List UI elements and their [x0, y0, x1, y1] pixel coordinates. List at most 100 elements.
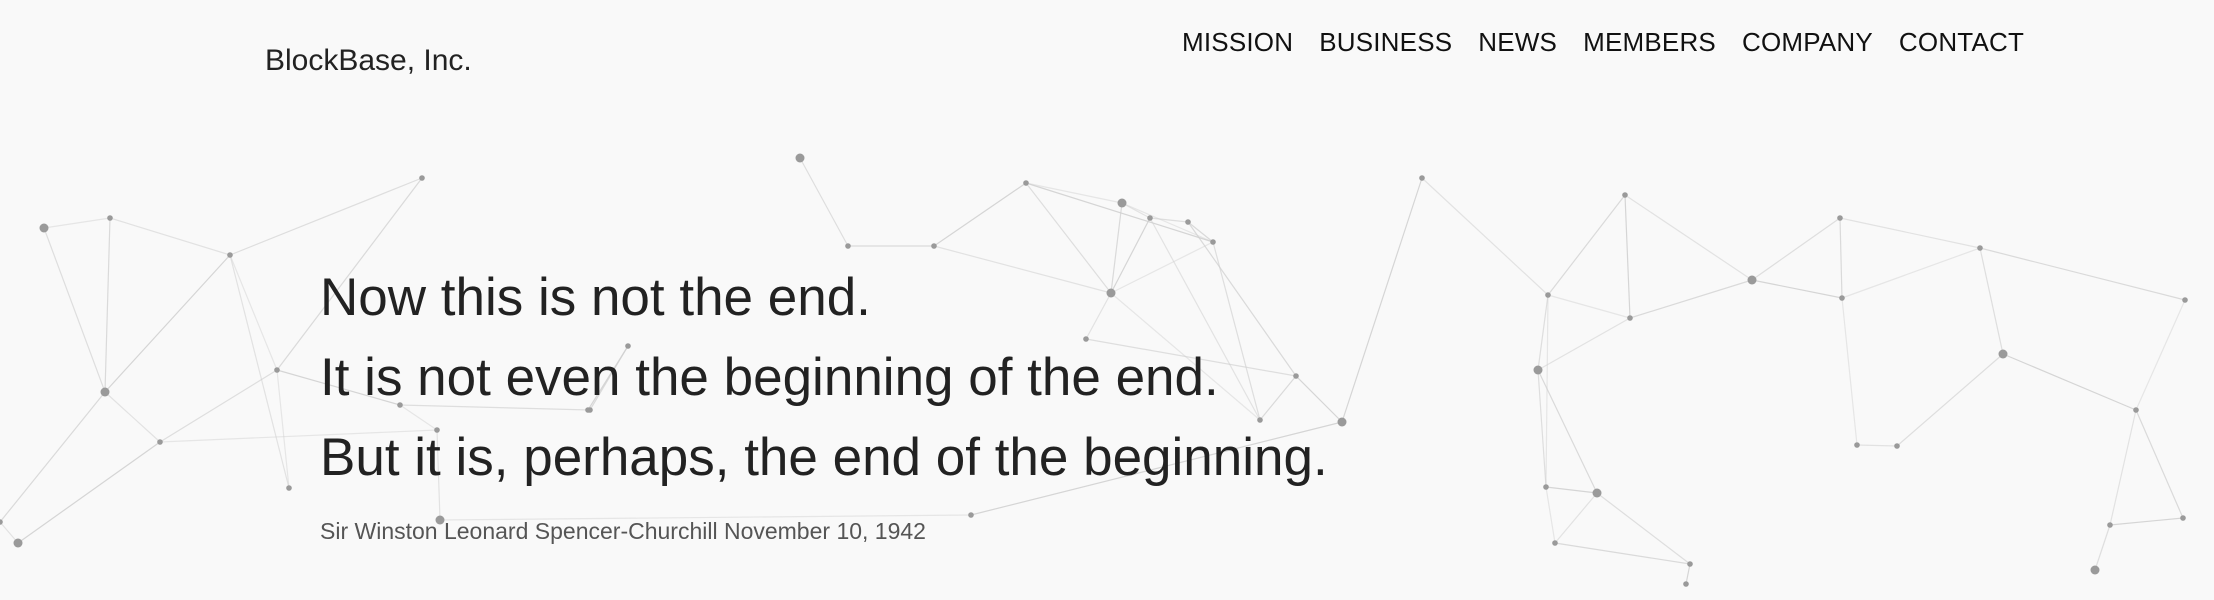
- network-line: [1629, 279, 1753, 319]
- network-line: [1624, 194, 1631, 319]
- network-node: [2133, 407, 2139, 413]
- network-line: [1554, 492, 1598, 544]
- network-line: [1841, 247, 1981, 299]
- network-line: [1841, 297, 1858, 446]
- network-line: [2135, 299, 2186, 411]
- network-line: [17, 441, 161, 544]
- network-line: [1751, 217, 1841, 281]
- network-node: [1627, 315, 1633, 321]
- network-line: [933, 182, 1027, 247]
- network-line: [43, 217, 111, 229]
- network-node: [795, 153, 805, 163]
- network-line: [2109, 409, 2137, 526]
- quote-line-1: Now this is not the end.: [320, 268, 871, 327]
- network-line: [1537, 317, 1631, 371]
- network-line: [1685, 563, 1691, 585]
- network-line: [1751, 279, 1843, 299]
- network-line: [1545, 486, 1556, 544]
- network-node: [1533, 365, 1543, 375]
- quote-line-2: It is not even the beginning of the end.: [320, 348, 1219, 407]
- network-line: [1121, 202, 1214, 243]
- network-node: [1894, 443, 1900, 449]
- nav-members[interactable]: MEMBERS: [1583, 27, 1716, 58]
- network-line: [2135, 409, 2184, 519]
- network-node: [1747, 275, 1757, 285]
- network-node: [2090, 565, 2100, 575]
- network-node: [227, 252, 233, 258]
- network-node: [1552, 540, 1558, 546]
- network-node: [1147, 215, 1153, 221]
- network-line: [1545, 486, 1598, 494]
- network-line: [1979, 247, 2004, 355]
- network-node: [1854, 442, 1860, 448]
- network-line: [1839, 217, 1843, 299]
- network-node: [1592, 488, 1602, 498]
- network-node: [100, 387, 110, 397]
- network-line: [799, 157, 849, 247]
- network-node: [1210, 239, 1216, 245]
- network-node: [1977, 245, 1983, 251]
- network-line: [2094, 524, 2111, 571]
- network-node: [419, 175, 425, 181]
- network-node: [1622, 192, 1628, 198]
- network-line: [1624, 194, 1753, 281]
- network-node: [274, 367, 280, 373]
- network-line: [1025, 182, 1214, 243]
- network-line: [104, 217, 111, 393]
- network-line: [1839, 217, 1981, 249]
- network-line: [1856, 444, 1898, 447]
- nav-contact[interactable]: CONTACT: [1899, 27, 2024, 58]
- network-node: [286, 485, 292, 491]
- network-line: [1537, 294, 1549, 371]
- network-node: [107, 215, 113, 221]
- network-node: [1543, 484, 1549, 490]
- nav-business[interactable]: BUSINESS: [1319, 27, 1452, 58]
- network-node: [1998, 349, 2008, 359]
- quote-attribution: Sir Winston Leonard Spencer-Churchill No…: [320, 518, 926, 544]
- network-node: [1185, 219, 1191, 225]
- network-node: [39, 223, 49, 233]
- network-line: [2002, 353, 2137, 411]
- quote-line-3: But it is, perhaps, the end of the begin…: [320, 428, 1328, 487]
- network-node: [1837, 215, 1843, 221]
- network-node: [1839, 295, 1845, 301]
- network-node: [2107, 522, 2113, 528]
- network-node: [1419, 175, 1425, 181]
- network-line: [1537, 369, 1547, 488]
- network-line: [104, 254, 231, 393]
- network-line: [1547, 194, 1626, 296]
- network-node: [2182, 297, 2188, 303]
- network-node: [1337, 417, 1347, 427]
- network-line: [2109, 517, 2184, 526]
- network-node: [157, 439, 163, 445]
- network-node: [2180, 515, 2186, 521]
- network-line: [43, 227, 106, 393]
- main-nav: MISSION BUSINESS NEWS MEMBERS COMPANY CO…: [1182, 27, 2024, 58]
- hero-quote: Now this is not the end. It is not even …: [320, 258, 1328, 545]
- network-node: [845, 243, 851, 249]
- network-line: [1025, 182, 1123, 204]
- network-line: [104, 391, 161, 443]
- network-line: [1421, 177, 1549, 296]
- nav-news[interactable]: NEWS: [1478, 27, 1557, 58]
- network-line: [276, 369, 290, 489]
- nav-company[interactable]: COMPANY: [1742, 27, 1873, 58]
- network-line: [1547, 294, 1631, 319]
- network-node: [931, 243, 937, 249]
- network-line: [229, 254, 278, 371]
- network-line: [1149, 217, 1189, 223]
- network-line: [0, 391, 106, 523]
- network-line: [1596, 492, 1691, 565]
- network-node: [13, 538, 23, 548]
- network-line: [159, 369, 278, 443]
- nav-mission[interactable]: MISSION: [1182, 27, 1293, 58]
- network-node: [1023, 180, 1029, 186]
- site-logo[interactable]: BlockBase, Inc.: [265, 44, 472, 78]
- network-line: [1554, 542, 1691, 565]
- network-line: [1896, 353, 2004, 447]
- network-node: [1545, 292, 1551, 298]
- network-node: [1687, 561, 1693, 567]
- network-node: [1117, 198, 1127, 208]
- network-line: [109, 217, 231, 256]
- network-line: [1979, 247, 2186, 301]
